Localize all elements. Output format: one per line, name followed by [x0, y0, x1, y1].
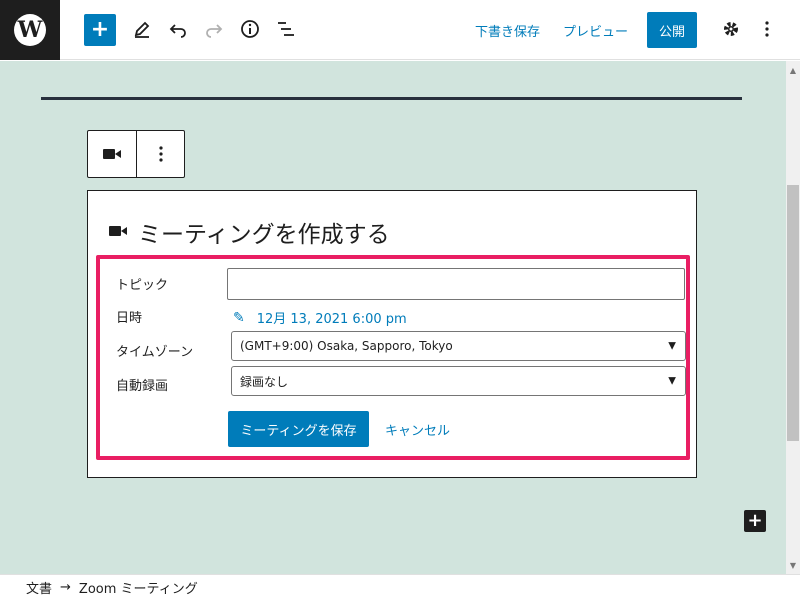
separator-block[interactable]: [41, 97, 742, 100]
chevron-down-icon: ▼: [668, 340, 676, 352]
scroll-down-icon[interactable]: ▼: [786, 558, 800, 572]
more-vertical-icon[interactable]: [136, 131, 184, 177]
wordpress-logo-mark: W: [14, 14, 46, 46]
video-camera-icon[interactable]: [88, 131, 136, 177]
timezone-label: タイムゾーン: [116, 345, 194, 360]
recording-label: 自動録画: [116, 379, 169, 394]
timezone-select[interactable]: (GMT+9:00) Osaka, Sapporo, Tokyo ▼: [231, 331, 686, 361]
save-meeting-button[interactable]: ミーティングを保存: [228, 411, 369, 447]
editor-toolbar: W + 下書き保存 プレビュー 公開: [0, 0, 800, 60]
add-block-button[interactable]: +: [84, 14, 116, 46]
scroll-up-icon[interactable]: ▲: [786, 63, 800, 77]
chevron-down-icon: ▼: [668, 375, 676, 387]
redo-icon[interactable]: [200, 12, 228, 46]
datetime-picker[interactable]: ✎ 12月 13, 2021 6:00 pm: [233, 308, 407, 328]
form-highlight: トピック 日時 ✎ 12月 13, 2021 6:00 pm タイムゾーン (G…: [96, 255, 690, 460]
undo-icon[interactable]: [164, 12, 192, 46]
zoom-meeting-block: ミーティングを作成する トピック 日時 ✎ 12月 13, 2021 6:00 …: [87, 190, 697, 478]
block-title-text: ミーティングを作成する: [138, 222, 390, 248]
breadcrumb-current-block[interactable]: Zoom ミーティング: [79, 578, 198, 597]
datetime-value: 12月 13, 2021 6:00 pm: [256, 312, 407, 327]
block-breadcrumb: 文書 → Zoom ミーティング: [0, 574, 800, 599]
topic-input[interactable]: [227, 268, 685, 300]
wordpress-logo[interactable]: W: [0, 0, 60, 60]
breadcrumb-document[interactable]: 文書: [26, 578, 52, 597]
gear-icon[interactable]: [717, 12, 745, 46]
pencil-icon: ✎: [233, 309, 245, 326]
block-toolbar: [87, 130, 185, 178]
more-vertical-icon[interactable]: [753, 12, 781, 46]
save-draft-button[interactable]: 下書き保存: [475, 14, 540, 46]
topic-label: トピック: [116, 278, 169, 293]
video-camera-icon: [108, 223, 128, 242]
block-title: ミーティングを作成する: [108, 215, 390, 249]
block-inserter-button[interactable]: +: [744, 510, 766, 532]
recording-value: 録画なし: [240, 374, 289, 389]
scrollbar-thumb[interactable]: [787, 185, 799, 441]
cancel-button[interactable]: キャンセル: [385, 411, 450, 447]
recording-select[interactable]: 録画なし ▼: [231, 366, 686, 396]
editor-canvas: ミーティングを作成する トピック 日時 ✎ 12月 13, 2021 6:00 …: [0, 61, 786, 574]
publish-button[interactable]: 公開: [647, 12, 697, 48]
datetime-label: 日時: [116, 311, 143, 326]
pencil-icon[interactable]: [128, 12, 156, 46]
list-view-icon[interactable]: [272, 12, 300, 46]
preview-button[interactable]: プレビュー: [563, 14, 628, 46]
timezone-value: (GMT+9:00) Osaka, Sapporo, Tokyo: [240, 339, 453, 353]
info-icon[interactable]: [236, 12, 264, 46]
breadcrumb-separator: →: [60, 579, 71, 595]
canvas-scrollbar[interactable]: ▲ ▼: [786, 61, 800, 574]
